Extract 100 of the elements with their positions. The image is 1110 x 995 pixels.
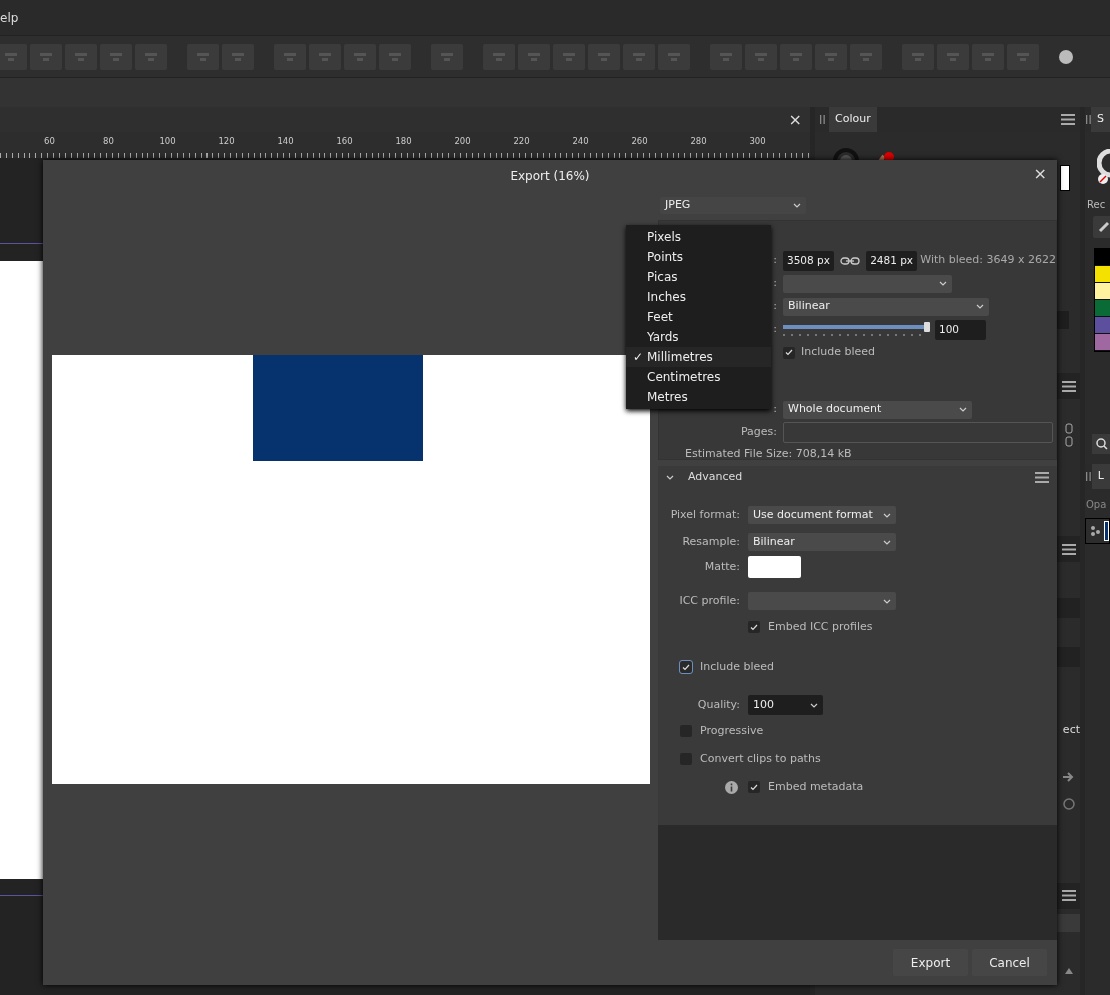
checkbox[interactable] [680, 661, 692, 673]
toolbar-button[interactable] [745, 43, 777, 70]
bars-icon [719, 50, 733, 63]
checkmark-icon [750, 623, 758, 631]
menu-item[interactable]: Yards [626, 327, 771, 347]
menu-icon[interactable] [1061, 543, 1076, 555]
menu-item[interactable]: Inches [626, 287, 771, 307]
toolbar-button[interactable] [553, 43, 585, 70]
menu-icon[interactable] [1060, 114, 1075, 125]
toolbar-button[interactable] [1007, 43, 1039, 70]
menu-item[interactable]: Centimetres [626, 367, 771, 387]
checkbox[interactable] [748, 781, 760, 793]
grip-icon[interactable] [819, 115, 825, 124]
quality-field[interactable]: 100 [935, 319, 986, 340]
menu-item[interactable]: Points [626, 247, 771, 267]
checkbox[interactable] [748, 621, 760, 633]
format-dropdown[interactable]: JPEG [660, 197, 806, 214]
circle-icon[interactable] [1059, 49, 1073, 64]
close-button[interactable]: × [1031, 166, 1049, 182]
panel-tab[interactable]: S [1091, 107, 1110, 132]
toolbar-button[interactable] [135, 43, 167, 70]
arrow-icon[interactable] [1061, 769, 1076, 784]
dialog-button[interactable]: Export [893, 949, 968, 976]
toolbar-button[interactable] [710, 43, 742, 70]
panel-tab[interactable]: L [1091, 464, 1110, 489]
input-field[interactable] [1057, 647, 1080, 667]
toolbar-button[interactable] [623, 43, 655, 70]
colour-well[interactable] [1060, 165, 1070, 191]
dropdown[interactable]: Use document format [748, 506, 896, 524]
toolbar-button[interactable] [658, 43, 690, 70]
preset-dropdown[interactable] [783, 274, 952, 293]
bars-icon [1016, 50, 1030, 63]
ruler-label: 120 [217, 135, 236, 148]
toolbar-button[interactable] [65, 43, 97, 70]
section-title: Advanced [688, 468, 743, 485]
height-field[interactable]: 2481 px [866, 250, 918, 271]
dropdown[interactable]: Bilinear [748, 533, 896, 551]
menu-icon[interactable] [1061, 380, 1076, 392]
checkmark-icon [750, 783, 758, 791]
toolbar-button[interactable] [344, 43, 376, 70]
toolbar-button[interactable] [780, 43, 812, 70]
ruler-label: 180 [394, 135, 413, 148]
toolbar-button[interactable] [222, 43, 254, 70]
toolbar-button[interactable] [379, 43, 411, 70]
toolbar-button[interactable] [274, 43, 306, 70]
menu-item[interactable]: Pixels [626, 227, 771, 247]
dropdown[interactable] [748, 592, 896, 610]
input-field[interactable] [1057, 913, 1080, 932]
toolbar-button[interactable] [309, 43, 341, 70]
layer-row[interactable] [1085, 518, 1110, 544]
toolbar-button[interactable] [902, 43, 934, 70]
toolbar-button[interactable] [30, 43, 62, 70]
toolbar-button[interactable] [187, 43, 219, 70]
toolbar-button[interactable] [100, 43, 132, 70]
toolbar-button[interactable] [518, 43, 550, 70]
bars-icon [632, 50, 646, 63]
caret-icon [883, 598, 891, 604]
link-icon[interactable] [1063, 423, 1074, 447]
resample-dropdown[interactable]: Bilinear [783, 297, 989, 316]
panel-tab[interactable]: Colour [829, 107, 877, 132]
menu-item[interactable]: elp [0, 8, 19, 27]
info-icon[interactable] [725, 780, 738, 794]
input-field[interactable] [1057, 311, 1069, 329]
toolbar-button[interactable] [972, 43, 1004, 70]
chain-icon[interactable] [840, 255, 861, 266]
chevron-icon[interactable] [666, 474, 674, 480]
checkbox[interactable] [783, 346, 795, 359]
slider-thumb[interactable] [924, 321, 930, 332]
menu-item[interactable]: Metres [626, 387, 771, 407]
close-button[interactable]: × [786, 111, 804, 128]
menu-item[interactable]: Picas [626, 267, 771, 287]
ruler-label: 300 [748, 135, 767, 148]
field-label: : [773, 252, 777, 269]
scroll-up-icon[interactable] [1063, 966, 1074, 975]
field-label: Quality: [696, 696, 740, 713]
bars-icon [109, 50, 123, 63]
menu-icon[interactable] [1061, 890, 1076, 901]
toolbar-button[interactable] [850, 43, 882, 70]
toolbar-button[interactable] [937, 43, 969, 70]
bars-icon [824, 50, 838, 63]
dialog-button[interactable]: Cancel [972, 949, 1047, 976]
toolbar-button[interactable] [588, 43, 620, 70]
area-dropdown[interactable]: Whole document [783, 400, 972, 419]
reset-icon[interactable] [1061, 796, 1076, 811]
menu-item[interactable]: ✓ Millimetres [626, 347, 771, 367]
pages-field[interactable] [783, 422, 1053, 443]
quality-dropdown[interactable]: 100 [748, 695, 823, 715]
grip-icon[interactable] [1085, 472, 1091, 481]
input-field[interactable] [1057, 598, 1080, 618]
bars-icon [859, 50, 873, 63]
menu-icon[interactable] [1035, 471, 1049, 483]
menu-item[interactable]: Feet [626, 307, 771, 327]
grip-icon[interactable] [1085, 115, 1091, 124]
width-field[interactable]: 3508 px [783, 250, 835, 271]
toolbar-button[interactable] [483, 43, 515, 70]
dialog-title: Export (16%) [510, 168, 590, 185]
dots-icon[interactable] [1090, 525, 1100, 537]
toolbar-button[interactable] [0, 43, 27, 70]
toolbar-button[interactable] [815, 43, 847, 70]
toolbar-button[interactable] [431, 43, 463, 70]
